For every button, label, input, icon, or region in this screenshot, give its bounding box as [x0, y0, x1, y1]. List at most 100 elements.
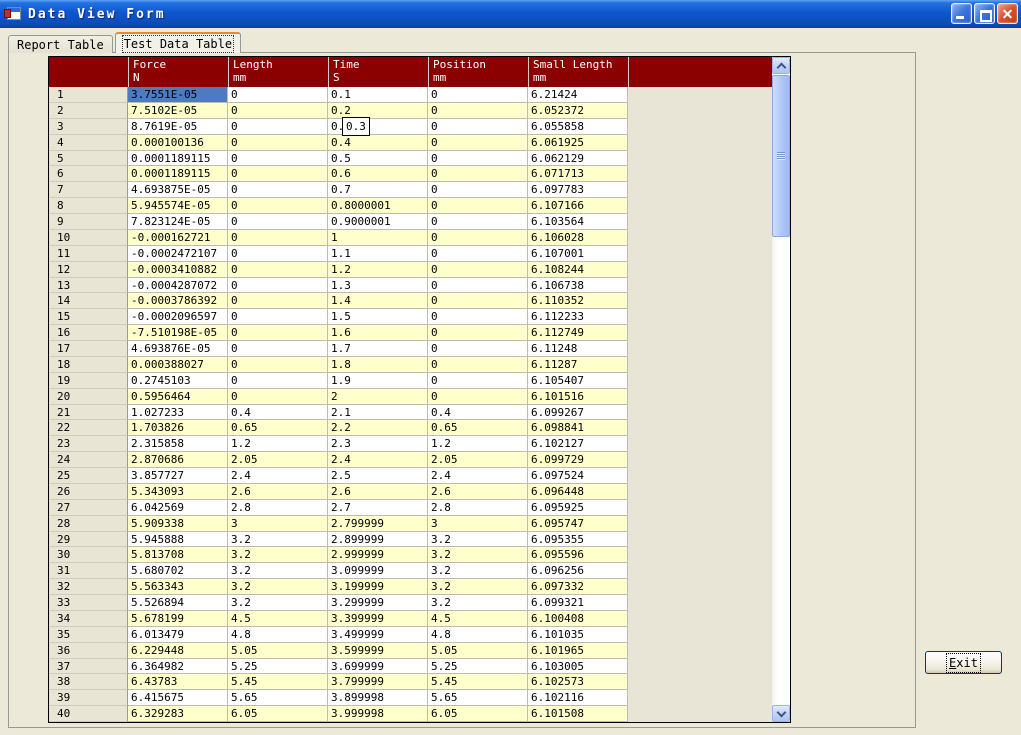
grid-cell[interactable]: 5.45	[428, 674, 528, 690]
row-number[interactable]: 26	[49, 484, 128, 500]
grid-cell[interactable]: 0	[228, 230, 328, 246]
column-header-force[interactable]: ForceN	[128, 57, 228, 87]
grid-cell[interactable]: 1.5	[328, 309, 428, 325]
grid-cell[interactable]: 0	[228, 135, 328, 151]
grid-cell[interactable]: 3.799999	[328, 674, 428, 690]
grid-cell[interactable]: 5.678199	[128, 611, 228, 627]
grid-cell[interactable]: 3.999998	[328, 706, 428, 722]
grid-cell[interactable]: 6.112749	[528, 325, 628, 341]
grid-cell[interactable]: 3.399999	[328, 611, 428, 627]
grid-cell[interactable]: 5.05	[228, 643, 328, 659]
vertical-scrollbar[interactable]	[772, 57, 790, 722]
grid-cell[interactable]: 4.8	[228, 627, 328, 643]
grid-cell[interactable]: 8.7619E-05	[128, 119, 228, 135]
grid-cell[interactable]: 6.11248	[528, 341, 628, 357]
grid-cell[interactable]: 0.1	[328, 87, 428, 103]
minimize-icon[interactable]	[951, 3, 972, 24]
grid-cell[interactable]: 2.8	[428, 500, 528, 516]
row-number[interactable]: 37	[49, 659, 128, 675]
grid-cell[interactable]: 0	[428, 103, 528, 119]
grid-cell[interactable]: 6.108244	[528, 262, 628, 278]
grid-cell[interactable]: 3.7551E-05	[128, 87, 228, 103]
grid-cell[interactable]: 0	[428, 357, 528, 373]
row-number[interactable]: 33	[49, 595, 128, 611]
grid-cell[interactable]: 6.105407	[528, 373, 628, 389]
grid-cell[interactable]: 0	[228, 151, 328, 167]
grid-cell[interactable]: 0	[428, 389, 528, 405]
grid-cell[interactable]: 3	[228, 516, 328, 532]
grid-cell[interactable]: 0	[228, 262, 328, 278]
grid-cell[interactable]: 6.106738	[528, 278, 628, 294]
grid-cell[interactable]: 1.2	[228, 436, 328, 452]
scroll-down-icon[interactable]	[772, 705, 790, 722]
grid-cell[interactable]: 6.101516	[528, 389, 628, 405]
grid-cell[interactable]: 5.945888	[128, 532, 228, 548]
grid-cell[interactable]: 0	[228, 166, 328, 182]
row-number[interactable]: 27	[49, 500, 128, 516]
grid-cell[interactable]: 6.061925	[528, 135, 628, 151]
grid-cell[interactable]: 1.2	[428, 436, 528, 452]
grid-cell[interactable]: 6.05	[228, 706, 328, 722]
grid-cell[interactable]: 1.7	[328, 341, 428, 357]
row-number[interactable]: 38	[49, 674, 128, 690]
grid-cell[interactable]: 6.095355	[528, 532, 628, 548]
grid-cell[interactable]: -0.0004287072	[128, 278, 228, 294]
row-number[interactable]: 28	[49, 516, 128, 532]
column-header-position[interactable]: Positionmm	[428, 57, 528, 87]
grid-cell[interactable]: 6.042569	[128, 500, 228, 516]
grid-cell[interactable]: 2.2	[328, 420, 428, 436]
grid-cell[interactable]: 0.0001189115	[128, 166, 228, 182]
grid-cell[interactable]: 6.102573	[528, 674, 628, 690]
grid-cell[interactable]: 0.65	[228, 420, 328, 436]
grid-cell[interactable]: 6.097783	[528, 182, 628, 198]
grid-cell[interactable]: 0	[428, 325, 528, 341]
row-number[interactable]: 36	[49, 643, 128, 659]
grid-cell[interactable]: 0	[428, 135, 528, 151]
grid-cell[interactable]: 6.21424	[528, 87, 628, 103]
tab-test-data-table[interactable]: Test Data Table	[115, 32, 241, 53]
grid-cell[interactable]: 2.8	[228, 500, 328, 516]
row-number[interactable]: 21	[49, 405, 128, 421]
row-number[interactable]: 40	[49, 706, 128, 722]
row-number[interactable]: 18	[49, 357, 128, 373]
grid-cell[interactable]: 6.05	[428, 706, 528, 722]
grid-cell[interactable]: 6.102116	[528, 690, 628, 706]
grid-cell[interactable]: 2.799999	[328, 516, 428, 532]
grid-cell[interactable]: 1	[328, 230, 428, 246]
grid-cell[interactable]: 6.107166	[528, 198, 628, 214]
grid-cell[interactable]: 0	[228, 293, 328, 309]
row-number[interactable]: 11	[49, 246, 128, 262]
grid-cell[interactable]: 6.101965	[528, 643, 628, 659]
grid-cell[interactable]: 5.343093	[128, 484, 228, 500]
close-icon[interactable]	[997, 3, 1018, 24]
grid-cell[interactable]: 0	[428, 87, 528, 103]
grid-cell[interactable]: 2.6	[328, 484, 428, 500]
grid-cell[interactable]: -0.0002472107	[128, 246, 228, 262]
grid-cell[interactable]: 6.110352	[528, 293, 628, 309]
grid-cell[interactable]: -0.000162721	[128, 230, 228, 246]
grid-cell[interactable]: 0	[228, 278, 328, 294]
grid-cell[interactable]: 5.25	[228, 659, 328, 675]
grid-cell[interactable]: 3.2	[428, 532, 528, 548]
row-number[interactable]: 2	[49, 103, 128, 119]
grid-cell[interactable]: 0	[428, 373, 528, 389]
grid-cell[interactable]: 6.052372	[528, 103, 628, 119]
grid-cell[interactable]: 6.096448	[528, 484, 628, 500]
grid-cell[interactable]: 3.199999	[328, 579, 428, 595]
grid-cell[interactable]: 1.703826	[128, 420, 228, 436]
grid-cell[interactable]: 5.526894	[128, 595, 228, 611]
grid-cell[interactable]: -0.0003786392	[128, 293, 228, 309]
grid-cell[interactable]: -0.0002096597	[128, 309, 228, 325]
grid-cell[interactable]: 2.4	[228, 468, 328, 484]
grid-cell[interactable]: 0	[428, 278, 528, 294]
grid-cell[interactable]: 0.000100136	[128, 135, 228, 151]
grid-cell[interactable]: 0	[228, 87, 328, 103]
grid-cell[interactable]: 0	[428, 246, 528, 262]
grid-cell[interactable]: 2.999999	[328, 547, 428, 563]
grid-cell[interactable]: 6.095925	[528, 500, 628, 516]
grid-cell[interactable]: 6.099729	[528, 452, 628, 468]
grid-cell[interactable]: -0.0003410882	[128, 262, 228, 278]
grid-cell[interactable]: 3.2	[228, 579, 328, 595]
grid-cell[interactable]: 0.0001189115	[128, 151, 228, 167]
grid-cell[interactable]: 6.229448	[128, 643, 228, 659]
